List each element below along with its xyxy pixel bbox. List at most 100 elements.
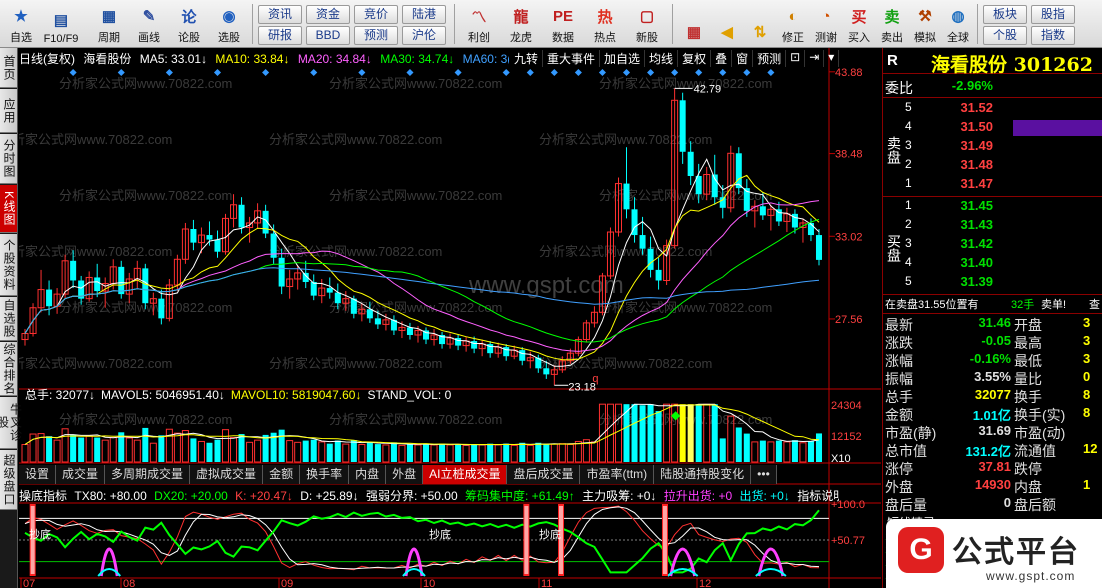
toolbar-small-btn[interactable]: 指数	[1031, 26, 1075, 45]
toolbar-small-btn[interactable]: 竞价	[354, 5, 398, 24]
left-tab-5[interactable]: 自选股	[0, 297, 17, 341]
event-marker-icon[interactable]	[743, 68, 751, 77]
toolbar-btn-sell[interactable]: 卖卖出	[876, 3, 908, 45]
toolbar-small-btn[interactable]: BBD	[306, 26, 350, 45]
bottom-tab-10[interactable]: 市盈率(ttm)	[580, 465, 655, 484]
toolbar-btn-grid-color[interactable]: ▦	[678, 3, 710, 45]
chart-func-btn[interactable]: 均线	[645, 50, 679, 67]
event-marker-icon[interactable]	[213, 68, 222, 77]
event-marker-icon[interactable]	[454, 68, 462, 77]
buy-level-row[interactable]: 2 31.43	[883, 217, 1102, 235]
toolbar-btn-chart[interactable]: 〽利创	[460, 3, 498, 45]
toolbar-btn-star[interactable]: ★ 自选	[2, 3, 40, 45]
bottom-tab-1[interactable]: 成交量	[56, 465, 106, 484]
sell-level-row[interactable]: 4 31.50	[883, 119, 1102, 137]
buy-level-row[interactable]: 5 31.39	[883, 274, 1102, 292]
sell-level-row[interactable]: 5 31.52	[883, 100, 1102, 118]
event-marker-icon[interactable]	[574, 68, 582, 77]
bottom-tab-8[interactable]: AI立桩成交量	[423, 465, 508, 484]
order-alert-row[interactable]: 在卖盘31.55位置有 32手 卖单! 查	[883, 296, 1102, 312]
bottom-tab-2[interactable]: 多周期成交量	[105, 465, 191, 484]
toolbar-small-btn[interactable]: 研报	[258, 26, 302, 45]
toolbar-btn-buy[interactable]: 买买入	[843, 3, 875, 45]
buy-level-row[interactable]: 1 31.45	[883, 198, 1102, 216]
toolbar-btn-dragon[interactable]: 龍龙虎	[502, 3, 540, 45]
event-marker-icon[interactable]	[767, 68, 775, 77]
event-marker-icon[interactable]	[69, 68, 77, 77]
toolbar-btn-new-stock[interactable]: ▢ 新股	[628, 3, 666, 45]
left-tab-8[interactable]: 超级盘口	[0, 450, 17, 510]
event-marker-icon[interactable]	[165, 68, 173, 77]
chart-func-btn[interactable]: 复权	[678, 50, 712, 67]
event-marker-icon[interactable]	[695, 68, 703, 77]
toolbar-btn-arrow-left[interactable]: ◀	[711, 3, 743, 45]
left-tab-2[interactable]: 分时图	[0, 134, 17, 184]
chart-func-btn[interactable]: 九转	[510, 50, 544, 67]
arrow-right-icon[interactable]: ⇥	[805, 50, 825, 67]
toolbar-small-btn[interactable]: 个股	[983, 26, 1027, 45]
buy-level-row[interactable]: 3 31.42	[883, 236, 1102, 254]
toolbar-btn-f10[interactable]: ▤ F10/F9	[42, 3, 80, 45]
left-tab-1[interactable]: 应用	[0, 89, 17, 133]
dropdown-icon[interactable]: ▾	[824, 50, 840, 67]
toolbar-small-btn[interactable]: 陆港	[402, 5, 446, 24]
toolbar-small-btn[interactable]: 板块	[983, 5, 1027, 24]
event-marker-icon[interactable]	[598, 68, 606, 77]
chart-func-btn[interactable]: 预测	[753, 50, 787, 67]
toolbar-btn-pe[interactable]: PE 数据	[544, 3, 582, 45]
bottom-tab-7[interactable]: 外盘	[386, 465, 424, 484]
sell-level-row[interactable]: 1 31.47	[883, 176, 1102, 194]
toolbar-small-btn[interactable]: 预测	[354, 26, 398, 45]
event-marker-icon[interactable]	[310, 68, 318, 77]
toolbar-btn-hot[interactable]: 热热点	[586, 3, 624, 45]
chart-func-btn[interactable]: 重大事件	[543, 50, 601, 67]
chart-func-btn[interactable]: 加自选	[600, 50, 646, 67]
left-tab-4[interactable]: 个股资料	[0, 234, 17, 296]
event-marker-icon[interactable]	[117, 68, 125, 77]
bottom-tab-4[interactable]: 金额	[263, 465, 301, 484]
toolbar-small-btn[interactable]: 股指	[1031, 5, 1075, 24]
event-marker-icon[interactable]	[358, 68, 366, 77]
event-marker-icon[interactable]	[502, 68, 510, 77]
bottom-tab-5[interactable]: 换手率	[300, 465, 350, 484]
toolbar-small-btn[interactable]: 资讯	[258, 5, 302, 24]
left-tab-6[interactable]: 综合排名	[0, 342, 17, 396]
chart-func-btn[interactable]: 叠	[711, 50, 733, 67]
buy-level-row[interactable]: 4 31.40	[883, 255, 1102, 273]
sell-level-row[interactable]: 3 31.49	[883, 138, 1102, 156]
toolbar-small-btn[interactable]: 资金	[306, 5, 350, 24]
chart-func-btn[interactable]: 窗	[732, 50, 754, 67]
toolbar-small-btn[interactable]: 沪伦	[402, 26, 446, 45]
event-marker-icon[interactable]	[262, 68, 270, 77]
toolbar-btn-arrow-up-down[interactable]: ⇅	[744, 3, 776, 45]
indicator-desc-link[interactable]: 指标说明	[797, 489, 839, 503]
event-marker-icon[interactable]	[550, 68, 558, 77]
event-marker-icon[interactable]	[406, 68, 414, 77]
event-marker-icon[interactable]	[671, 68, 679, 77]
bottom-tab-11[interactable]: 陆股通持股变化	[654, 465, 752, 484]
toolbar-btn-fix[interactable]: ◐ 修正	[777, 3, 809, 45]
order-alert-more[interactable]: 查	[1089, 296, 1100, 312]
toolbar-btn-hammer[interactable]: ⚒ 模拟	[909, 3, 941, 45]
bottom-tab-12[interactable]: •••	[751, 465, 777, 484]
toolbar-btn-grid[interactable]: ▦ 周期	[90, 3, 128, 45]
toolbar-btn-pencil[interactable]: ✎ 画线	[130, 3, 168, 45]
left-tab-7[interactable]: 牛叉诊股	[0, 397, 23, 449]
bottom-tab-6[interactable]: 内盘	[349, 465, 387, 484]
kline-chart[interactable]: 分析家公式网www.70822.com 分析家公式网www.70822.com 分析…	[19, 48, 881, 588]
bottom-tab-9[interactable]: 盘后成交量	[507, 465, 581, 484]
event-marker-icon[interactable]	[719, 68, 727, 77]
bottom-tab-3[interactable]: 虚拟成交量	[190, 465, 264, 484]
lock-icon[interactable]: ⊡	[786, 50, 806, 67]
event-marker-icon[interactable]	[647, 68, 655, 77]
toolbar-btn-test[interactable]: ◔ 测谢	[810, 3, 842, 45]
event-marker-icon[interactable]	[622, 68, 631, 77]
event-marker-icon[interactable]	[526, 68, 534, 77]
toolbar-btn-discuss[interactable]: 论论股	[170, 3, 208, 45]
sell-level-row[interactable]: 2 31.48	[883, 157, 1102, 175]
toolbar-btn-globe[interactable]: ◍ 全球	[942, 3, 974, 45]
left-tab-0[interactable]: 首页	[0, 48, 17, 88]
left-tab-3[interactable]: K线图	[0, 185, 17, 233]
indicator-name[interactable]: 操底指标	[19, 489, 67, 503]
toolbar-btn-select-stock[interactable]: ◉ 选股	[210, 3, 248, 45]
